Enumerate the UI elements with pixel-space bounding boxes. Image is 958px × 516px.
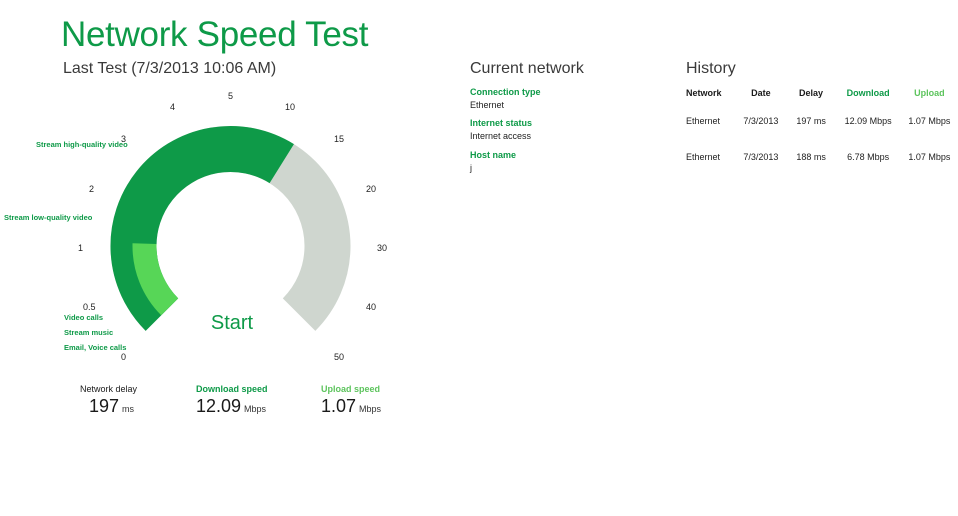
history-cell-download: 12.09 Mbps <box>844 116 892 126</box>
gauge-upload-arc <box>132 243 179 316</box>
history-row[interactable]: Ethernet 7/3/2013 188 ms 6.78 Mbps 1.07 … <box>686 136 958 172</box>
history-cell-date: 7/3/2013 <box>743 152 779 162</box>
gauge-tick: 50 <box>334 352 345 362</box>
network-delay-value: 197 <box>89 396 120 416</box>
connection-type-label: Connection type <box>470 87 541 97</box>
network-delay-unit: ms <box>122 404 135 414</box>
history-cell-network: Ethernet <box>686 152 721 162</box>
gauge-tick: 30 <box>377 243 388 253</box>
history-table: Network Date Delay Download Upload Ether… <box>686 86 958 172</box>
gauge-tick: 2 <box>89 184 95 194</box>
history-cell-delay: 188 ms <box>796 152 826 162</box>
host-name-value: j <box>470 163 472 173</box>
gauge-tick: 1 <box>78 243 84 253</box>
gauge-marker-stream-music: Stream music <box>64 328 114 337</box>
gauge-tick: 0.5 <box>83 302 96 312</box>
gauge-tick: 5 <box>228 91 234 101</box>
app-window: Network Speed Test Last Test (7/3/2013 1… <box>0 0 958 516</box>
internet-status-value: Internet access <box>470 131 532 141</box>
internet-status-block: Internet status Internet access <box>470 118 532 141</box>
upload-speed-unit: Mbps <box>359 404 382 414</box>
upload-speed-value: 1.07 <box>321 396 357 416</box>
history-col-delay: Delay <box>799 88 824 98</box>
history-col-download: Download <box>846 88 890 98</box>
upload-speed-label: Upload speed <box>321 384 381 394</box>
connection-type-block: Connection type Ethernet <box>470 87 541 110</box>
gauge-tick: 20 <box>366 184 377 194</box>
download-speed-unit: Mbps <box>244 404 267 414</box>
gauge-marker-video-calls: Video calls <box>64 313 104 322</box>
history-cell-download: 6.78 Mbps <box>847 152 890 162</box>
history-header-row: Network Date Delay Download Upload <box>686 86 958 100</box>
history-cell-date: 7/3/2013 <box>743 116 779 126</box>
gauge-tick: 0 <box>121 352 127 362</box>
history-cell-upload: 1.07 Mbps <box>908 152 951 162</box>
network-delay-label: Network delay <box>80 384 138 394</box>
history-cell-delay: 197 ms <box>796 116 826 126</box>
history-col-network: Network <box>686 88 722 98</box>
gauge-marker-email-voice: Email, Voice calls <box>64 343 127 352</box>
gauge-marker-high-quality-video: Stream high-quality video <box>36 140 128 149</box>
history-cell-upload: 1.07 Mbps <box>908 116 951 126</box>
internet-status-label: Internet status <box>470 118 533 128</box>
gauge-tick: 10 <box>285 102 296 112</box>
connection-type-value: Ethernet <box>470 100 505 110</box>
host-name-block: Host name j <box>470 150 516 173</box>
history-cell-network: Ethernet <box>686 116 721 126</box>
speed-gauge: 0 0.5 1 2 3 4 5 10 15 20 30 40 50 Email,… <box>0 0 470 380</box>
download-speed-value: 12.09 <box>196 396 242 416</box>
upload-speed-stat: Upload speed 1.07 Mbps <box>321 384 381 417</box>
current-network-heading: Current network <box>470 60 584 77</box>
history-heading: History <box>686 60 736 77</box>
download-speed-stat: Download speed 12.09 Mbps <box>196 384 268 417</box>
host-name-label: Host name <box>470 150 517 160</box>
gauge-marker-low-quality-video: Stream low-quality video <box>4 213 93 222</box>
start-button[interactable]: Start <box>200 312 264 338</box>
history-col-upload: Upload <box>914 88 945 98</box>
download-speed-label: Download speed <box>196 384 268 394</box>
gauge-tick: 40 <box>366 302 377 312</box>
gauge-tick: 4 <box>170 102 176 112</box>
history-row[interactable]: Ethernet 7/3/2013 197 ms 12.09 Mbps 1.07… <box>686 100 958 136</box>
gauge-tick: 15 <box>334 134 345 144</box>
network-delay-stat: Network delay 197 ms <box>80 384 137 417</box>
history-col-date: Date <box>751 88 771 98</box>
